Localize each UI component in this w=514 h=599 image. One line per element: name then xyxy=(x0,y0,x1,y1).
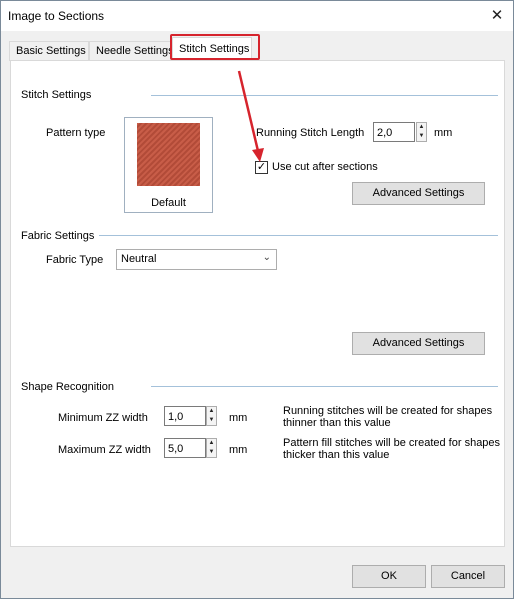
dialog-window: Image to Sections ✕ Basic Settings Needl… xyxy=(0,0,514,599)
annotation-arrow xyxy=(237,70,264,162)
